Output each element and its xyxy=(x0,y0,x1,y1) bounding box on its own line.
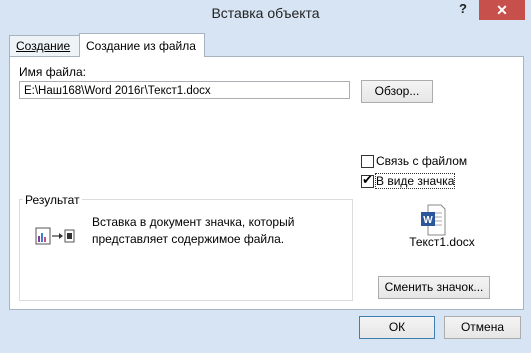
link-to-file-box[interactable] xyxy=(361,155,374,168)
tab-panel: Имя файла: E:\Наш168\Word 2016г\Текст1.d… xyxy=(9,56,524,310)
result-title: Результат xyxy=(23,193,82,207)
browse-button[interactable]: Обзор... xyxy=(361,80,433,103)
insert-object-dialog: Вставка объекта ? ✕ Создание Создание из… xyxy=(0,0,531,353)
checkmark-icon: ✔ xyxy=(362,172,373,187)
result-description: Вставка в документ значка, который предс… xyxy=(92,215,295,246)
ok-button[interactable]: ОК xyxy=(359,316,435,339)
tab-create-from-file[interactable]: Создание из файла xyxy=(79,33,205,57)
word-document-icon: W xyxy=(421,204,446,236)
tab-create-new-label: Создание xyxy=(16,39,71,53)
icon-caption: Текст1.docx xyxy=(409,235,475,249)
dialog-title: Вставка объекта xyxy=(211,5,320,21)
cancel-button[interactable]: Отмена xyxy=(444,316,521,339)
help-button[interactable]: ? xyxy=(455,1,471,19)
display-as-icon-label: В виде значка xyxy=(374,173,456,189)
svg-text:W: W xyxy=(423,215,433,226)
result-group: Результат Вставка в документ значка, кот… xyxy=(19,193,353,301)
file-name-input[interactable]: E:\Наш168\Word 2016г\Текст1.docx xyxy=(19,81,350,99)
tab-create-new[interactable]: Создание xyxy=(9,35,85,56)
file-name-label: Имя файла: xyxy=(19,65,86,79)
insert-icon-result-icon xyxy=(35,227,75,245)
close-button[interactable]: ✕ xyxy=(479,0,525,20)
tab-create-from-file-label: Создание из файла xyxy=(86,39,196,53)
change-icon-button[interactable]: Сменить значок... xyxy=(378,276,490,299)
display-as-icon-box[interactable]: ✔ xyxy=(361,172,374,188)
title-bar: Вставка объекта ? ✕ xyxy=(0,0,531,28)
link-to-file-label: Связь с файлом xyxy=(376,154,468,168)
file-name-label-text: Имя файла: xyxy=(19,65,86,79)
